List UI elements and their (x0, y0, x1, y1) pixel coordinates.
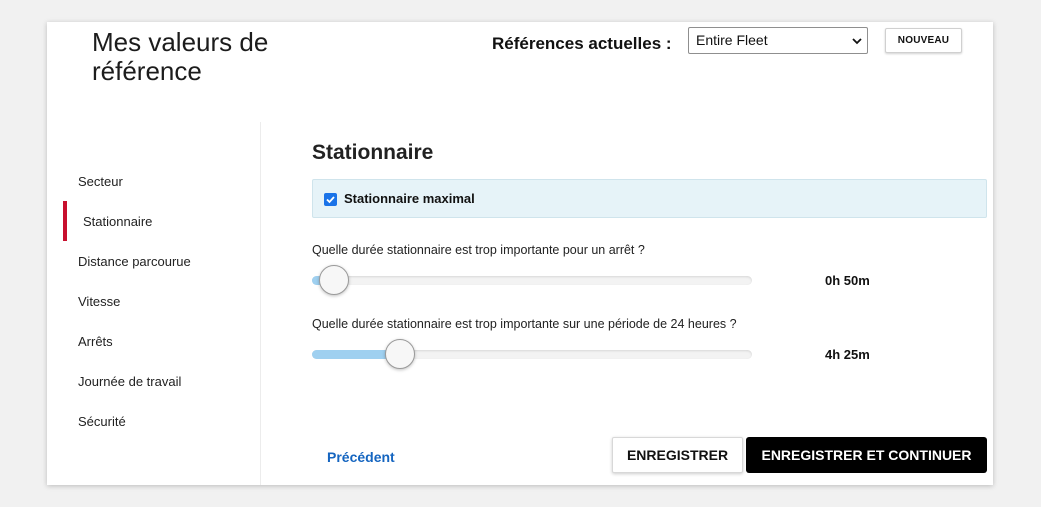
new-button[interactable]: NOUVEAU (885, 28, 962, 53)
references-label: Références actuelles : (492, 34, 672, 53)
section-title: Stationnaire (312, 141, 434, 164)
max-stationary-panel: Stationnaire maximal (312, 179, 987, 218)
sidebar-item-arrets[interactable]: Arrêts (78, 334, 113, 349)
sidebar-item-securite[interactable]: Sécurité (78, 414, 126, 429)
sidebar-item-vitesse[interactable]: Vitesse (78, 294, 120, 309)
save-and-continue-button[interactable]: ENREGISTRER ET CONTINUER (746, 437, 987, 473)
save-button[interactable]: ENREGISTRER (612, 437, 743, 473)
fleet-select[interactable]: Entire Fleet (688, 27, 868, 54)
daily-duration-value: 4h 25m (825, 347, 870, 362)
daily-duration-slider[interactable] (312, 339, 752, 369)
sidebar-item-journee-de-travail[interactable]: Journée de travail (78, 374, 181, 389)
sidebar: Secteur Stationnaire Distance parcourue … (47, 122, 261, 485)
sidebar-item-secteur[interactable]: Secteur (78, 174, 123, 189)
max-stationary-checkbox[interactable] (324, 193, 337, 206)
max-stationary-label: Stationnaire maximal (344, 191, 475, 206)
daily-duration-thumb[interactable] (385, 339, 415, 369)
daily-duration-question: Quelle durée stationnaire est trop impor… (312, 317, 737, 331)
sidebar-item-stationnaire[interactable]: Stationnaire (83, 214, 152, 229)
stop-duration-value: 0h 50m (825, 273, 870, 288)
settings-card: Mes valeurs de référence Références actu… (47, 22, 993, 485)
stop-duration-slider[interactable] (312, 265, 752, 295)
checkmark-icon (326, 196, 335, 204)
active-indicator (63, 201, 67, 241)
stop-duration-thumb[interactable] (319, 265, 349, 295)
stop-duration-question: Quelle durée stationnaire est trop impor… (312, 243, 645, 257)
page-title: Mes valeurs de référence (92, 27, 269, 86)
chevron-down-icon (852, 38, 862, 45)
fleet-select-value: Entire Fleet (696, 32, 768, 48)
previous-link[interactable]: Précédent (327, 449, 395, 465)
sidebar-item-distance-parcourue[interactable]: Distance parcourue (78, 254, 191, 269)
